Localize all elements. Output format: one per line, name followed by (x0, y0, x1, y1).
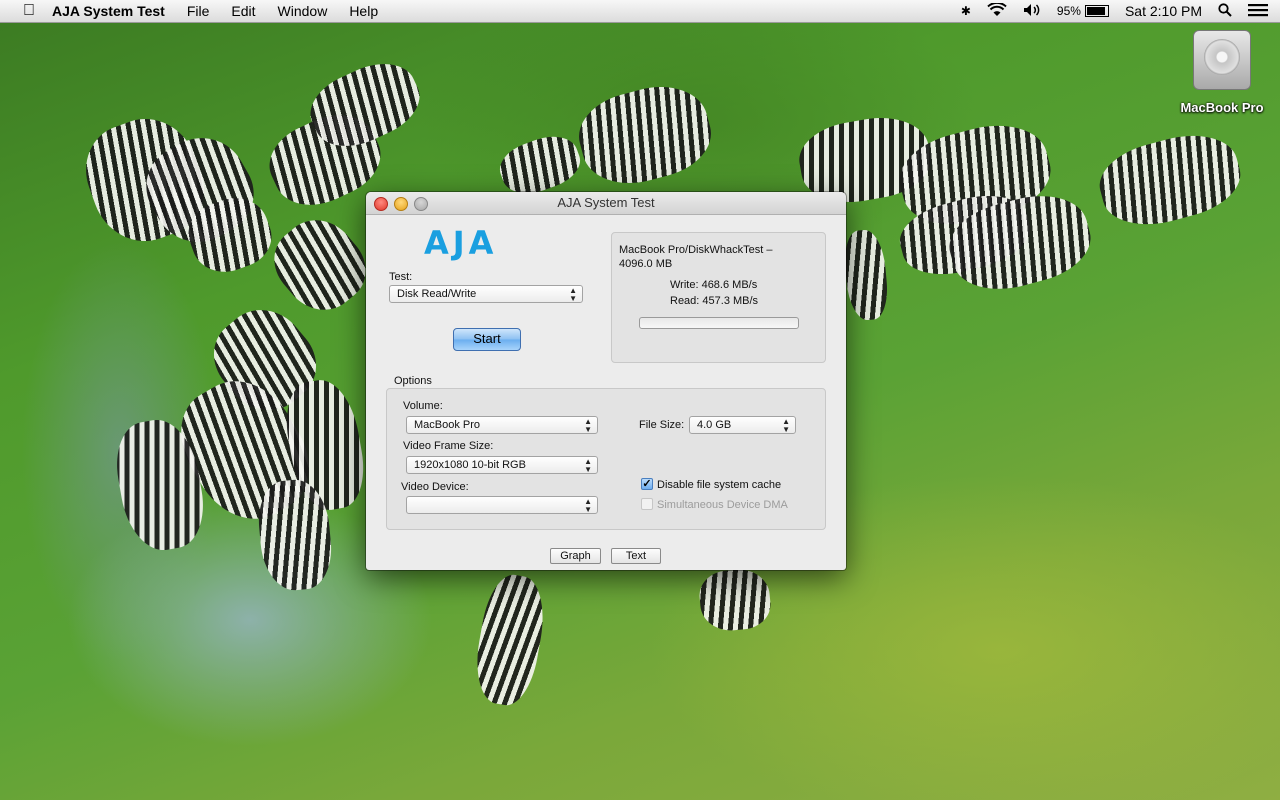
menu-app-name[interactable]: AJA System Test (52, 3, 165, 19)
test-select[interactable]: Disk Read/Write ▲ ▼ (389, 285, 583, 303)
disable-cache-label[interactable]: Disable file system cache (657, 479, 781, 491)
aja-logo: AJA (424, 224, 498, 262)
test-select-value: Disk Read/Write (397, 288, 477, 300)
dma-label[interactable]: Simultaneous Device DMA (657, 499, 788, 511)
progress-bar (639, 317, 799, 329)
menu-bar:  AJA System Test File Edit Window Help … (0, 0, 1280, 23)
clock[interactable]: Sat 2:10 PM (1125, 3, 1202, 19)
popup-arrows-icon: ▲ ▼ (584, 497, 592, 514)
notification-center-icon[interactable] (1248, 3, 1268, 20)
wifi-icon[interactable] (987, 1, 1007, 20)
battery-status[interactable]: 95% (1057, 4, 1109, 18)
file-size-select-value: 4.0 GB (697, 419, 732, 431)
zebra-figure (570, 74, 720, 196)
status-area: ✱ 95% Sat 2:10 PM (961, 0, 1280, 22)
dma-checkbox[interactable] (641, 498, 653, 510)
results-target: MacBook Pro/DiskWhackTest – (619, 244, 773, 256)
frame-size-select[interactable]: 1920x1080 10-bit RGB ▲ ▼ (406, 456, 598, 474)
zebra-figure (260, 204, 380, 326)
window-titlebar[interactable]: AJA System Test (366, 192, 846, 215)
zebra-figure (697, 567, 773, 633)
popup-arrows-icon: ▲ ▼ (584, 417, 592, 434)
write-speed: Write: 468.6 MB/s (670, 279, 758, 291)
frame-size-select-value: 1920x1080 10-bit RGB (414, 459, 526, 471)
video-device-label: Video Device: (401, 481, 469, 493)
menu-file[interactable]: File (187, 3, 210, 19)
apple-menu-icon[interactable]:  (18, 2, 40, 20)
bluetooth-icon[interactable]: ✱ (961, 4, 971, 18)
window-title: AJA System Test (557, 195, 655, 210)
minimize-button[interactable] (394, 197, 408, 211)
desktop-disk[interactable]: MacBook Pro (1178, 30, 1266, 115)
disable-cache-checkbox[interactable]: ✓ (641, 478, 653, 490)
battery-icon (1084, 5, 1109, 17)
popup-arrows-icon: ▲ ▼ (584, 457, 592, 474)
read-speed: Read: 457.3 MB/s (670, 295, 759, 307)
graph-button[interactable]: Graph (550, 548, 601, 564)
test-label: Test: (389, 271, 413, 283)
zoom-button[interactable] (414, 197, 428, 211)
file-size-label: File Size: (639, 419, 685, 431)
text-button[interactable]: Text (611, 548, 661, 564)
spotlight-search-icon[interactable] (1218, 2, 1232, 20)
disk-label: MacBook Pro (1180, 100, 1264, 115)
options-panel: Volume: MacBook Pro ▲ ▼ Video Frame Size:… (386, 388, 826, 530)
menu-help[interactable]: Help (349, 3, 378, 19)
frame-size-label: Video Frame Size: (403, 440, 494, 452)
video-device-select[interactable]: ▲ ▼ (406, 496, 598, 514)
results-panel: MacBook Pro/DiskWhackTest – 4096.0 MB Wr… (611, 232, 826, 363)
battery-percent: 95% (1056, 4, 1081, 18)
popup-arrows-icon: ▲ ▼ (782, 417, 790, 434)
volume-select-value: MacBook Pro (414, 419, 481, 431)
file-size-select[interactable]: 4.0 GB ▲ ▼ (689, 416, 796, 434)
volume-label: Volume: (403, 400, 443, 412)
menu-window[interactable]: Window (278, 3, 328, 19)
options-title: Options (394, 375, 432, 387)
start-button[interactable]: Start (453, 328, 521, 351)
zebra-figure (842, 228, 890, 322)
menu-edit[interactable]: Edit (231, 3, 255, 19)
close-button[interactable] (374, 197, 388, 211)
results-size: 4096.0 MB (619, 258, 673, 270)
zebra-figure (1092, 123, 1248, 237)
aja-window: AJA System Test AJA Test: Disk Read/Writ… (366, 192, 846, 570)
zebra-figure (469, 570, 551, 710)
volume-select[interactable]: MacBook Pro ▲ ▼ (406, 416, 598, 434)
popup-arrows-icon: ▲ ▼ (569, 286, 577, 303)
hard-drive-icon (1193, 30, 1251, 90)
volume-icon[interactable] (1023, 3, 1041, 20)
